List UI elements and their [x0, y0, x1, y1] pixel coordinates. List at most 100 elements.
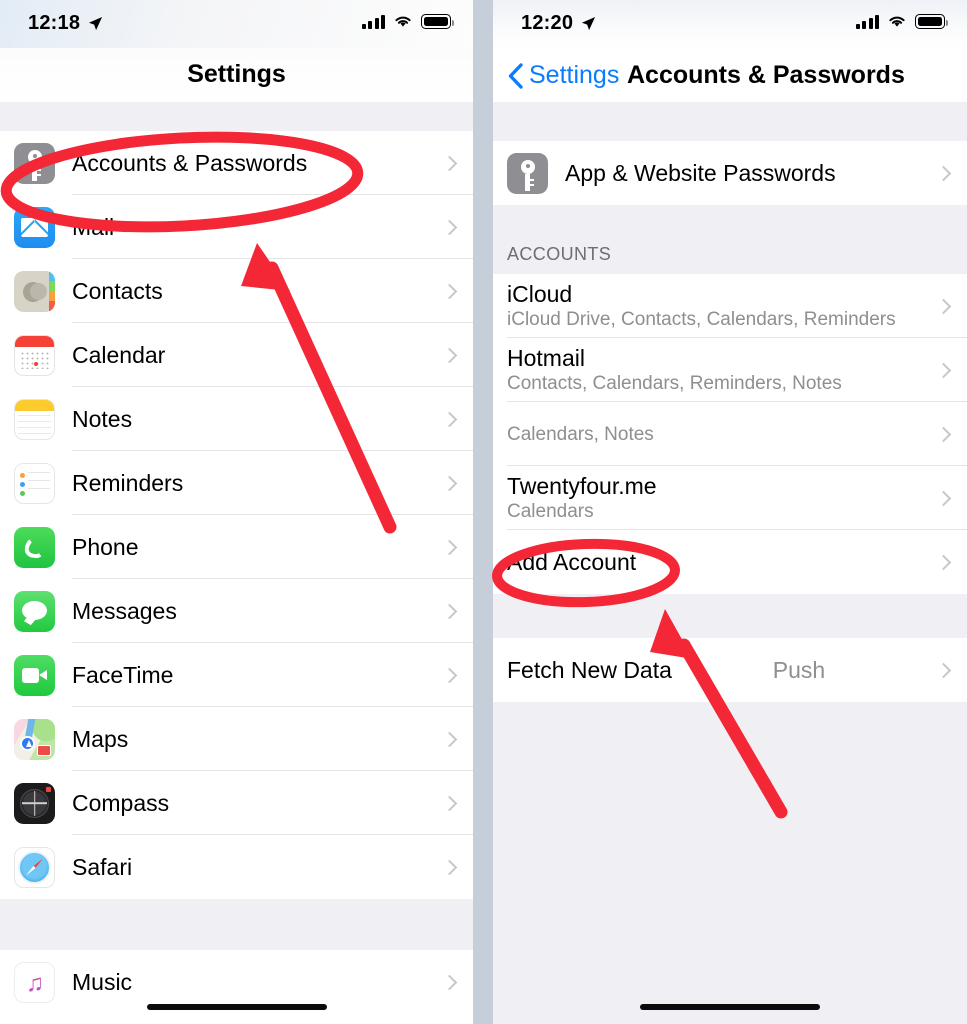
row-label: Mail — [72, 213, 115, 240]
chevron-right-icon — [441, 795, 458, 811]
chevron-right-icon — [935, 662, 952, 678]
row-value: Push — [772, 656, 826, 683]
row-label: Phone — [72, 533, 139, 560]
group-gap-spacer — [493, 594, 967, 638]
account-title: Twentyfour.me — [507, 473, 657, 499]
account-row-twentyfour-me[interactable]: Twentyfour.me Calendars — [493, 466, 967, 530]
account-row-add-account[interactable]: Add Account — [493, 530, 967, 594]
back-button[interactable]: Settings — [507, 61, 619, 90]
chevron-right-icon — [935, 362, 952, 378]
row-fetch-new-data[interactable]: Fetch New Data Push — [493, 638, 967, 702]
row-label: Reminders — [72, 469, 184, 496]
settings-row-mail[interactable]: Mail — [0, 195, 473, 259]
phone-icon — [14, 526, 55, 568]
chevron-right-icon — [441, 283, 458, 299]
chevron-right-icon — [441, 974, 458, 990]
contacts-icon — [14, 270, 55, 312]
status-time: 12:18 — [28, 12, 81, 34]
location-arrow-icon — [88, 16, 103, 31]
list-top-spacer — [0, 102, 473, 131]
settings-row-accounts-passwords[interactable]: Accounts & Passwords — [0, 131, 473, 195]
chevron-left-icon — [508, 62, 523, 89]
settings-row-facetime[interactable]: FaceTime — [0, 643, 473, 707]
settings-row-notes[interactable]: Notes — [0, 387, 473, 451]
status-indicators — [361, 14, 454, 29]
chevron-right-icon — [935, 165, 952, 181]
music-icon: ♫ — [14, 961, 55, 1003]
compass-icon — [14, 782, 55, 824]
status-indicators — [855, 14, 948, 29]
row-label: Music — [72, 968, 133, 995]
wifi-icon — [889, 16, 905, 27]
messages-icon — [14, 590, 55, 632]
account-row-icloud[interactable]: iCloud iCloud Drive, Contacts, Calendars… — [493, 274, 967, 338]
chevron-right-icon — [441, 411, 458, 427]
account-row-hotmail[interactable]: Hotmail Contacts, Calendars, Reminders, … — [493, 338, 967, 402]
fetch-group: Fetch New Data Push — [493, 638, 967, 702]
account-subtitle: Calendars, Notes — [507, 423, 654, 445]
group-gap-spacer — [493, 205, 967, 243]
row-label: Safari — [72, 853, 133, 880]
settings-row-reminders[interactable]: Reminders — [0, 451, 473, 515]
page-title: Accounts & Passwords — [627, 61, 905, 89]
home-indicator — [146, 1004, 327, 1010]
chevron-right-icon — [441, 667, 458, 683]
account-title: iCloud — [507, 281, 573, 307]
row-app-website-passwords[interactable]: App & Website Passwords — [493, 141, 967, 205]
reminders-icon — [14, 462, 55, 504]
nav-bar-left: Settings — [0, 48, 473, 102]
cellular-bars-icon — [361, 14, 385, 29]
settings-row-maps[interactable]: Maps — [0, 707, 473, 771]
account-subtitle: iCloud Drive, Contacts, Calendars, Remin… — [507, 309, 896, 330]
status-bar-right: 12:20 — [493, 0, 967, 48]
status-time: 12:20 — [521, 12, 574, 34]
nav-bar-right: Settings Accounts & Passwords — [493, 48, 967, 102]
chevron-right-icon — [441, 475, 458, 491]
safari-icon — [14, 846, 55, 888]
account-subtitle: Calendars — [507, 501, 594, 522]
chevron-right-icon — [935, 554, 952, 570]
key-icon — [507, 152, 548, 194]
mail-envelope-icon — [14, 206, 55, 248]
settings-row-messages[interactable]: Messages — [0, 579, 473, 643]
chevron-right-icon — [441, 347, 458, 363]
section-header-accounts: ACCOUNTS — [493, 243, 967, 274]
settings-row-phone[interactable]: Phone — [0, 515, 473, 579]
row-label: Add Account — [507, 548, 637, 575]
chevron-right-icon — [441, 219, 458, 235]
row-label: Contacts — [72, 277, 163, 304]
settings-row-contacts[interactable]: Contacts — [0, 259, 473, 323]
row-label: FaceTime — [72, 661, 174, 688]
chevron-right-icon — [441, 859, 458, 875]
account-title: Hotmail — [507, 345, 585, 371]
calendar-icon — [14, 334, 55, 376]
maps-icon — [14, 718, 55, 760]
list-top-spacer — [493, 102, 967, 141]
row-label: App & Website Passwords — [565, 159, 836, 186]
row-label: Compass — [72, 789, 170, 816]
chevron-right-icon — [441, 539, 458, 555]
page-title: Settings — [187, 60, 286, 88]
settings-group-apps: Accounts & Passwords Mail Contacts Calen… — [0, 131, 473, 899]
battery-full-icon — [421, 14, 454, 29]
row-label: Maps — [72, 725, 129, 752]
facetime-icon — [14, 654, 55, 696]
settings-row-safari[interactable]: Safari — [0, 835, 473, 899]
row-label: Calendar — [72, 341, 166, 368]
account-row-unnamed[interactable]: Calendars, Notes — [493, 402, 967, 466]
chevron-right-icon — [935, 298, 952, 314]
group-gap-spacer — [0, 899, 473, 950]
back-button-label: Settings — [529, 61, 620, 89]
chevron-right-icon — [441, 155, 458, 171]
panel-divider — [473, 0, 493, 1024]
chevron-right-icon — [441, 731, 458, 747]
row-label: Fetch New Data — [507, 656, 672, 683]
row-label: Messages — [72, 597, 177, 624]
settings-row-compass[interactable]: Compass — [0, 771, 473, 835]
settings-row-calendar[interactable]: Calendar — [0, 323, 473, 387]
account-subtitle: Contacts, Calendars, Reminders, Notes — [507, 373, 842, 394]
chevron-right-icon — [441, 603, 458, 619]
key-icon — [14, 142, 55, 184]
home-indicator — [640, 1004, 820, 1010]
chevron-right-icon — [935, 490, 952, 506]
